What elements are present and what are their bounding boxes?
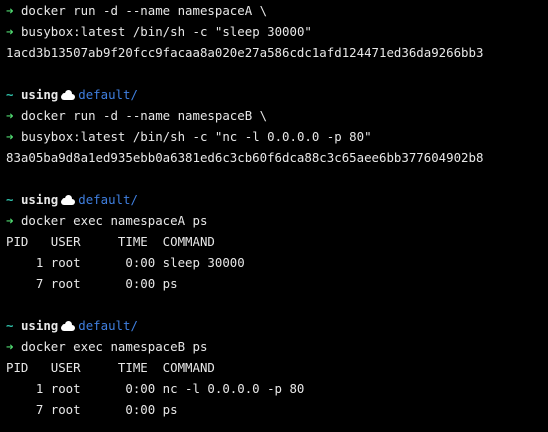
command-text: docker run -d --name namespaceB \ — [20, 108, 268, 123]
terminal-window[interactable]: ➜ docker run -d --name namespaceA \ ➜ bu… — [0, 0, 548, 432]
command-line: ➜ docker run -d --name namespaceA \ — [0, 0, 548, 21]
prompt-arrow-icon: ➜ — [6, 339, 14, 354]
home-tilde: ~ — [6, 318, 14, 333]
command-text: busybox:latest /bin/sh -c "sleep 30000" — [20, 24, 312, 39]
ps-row: 1 root 0:00 sleep 30000 — [6, 255, 245, 270]
prompt-arrow-icon: ➜ — [6, 129, 14, 144]
ps-header: PID USER TIME COMMAND — [6, 234, 215, 249]
prompt-arrow-icon: ➜ — [6, 3, 14, 18]
prompt-arrow-icon: ➜ — [6, 108, 14, 123]
using-label: using — [20, 87, 59, 102]
prompt-line: ~ using default/ — [0, 189, 548, 210]
prompt-arrow-icon: ➜ — [6, 24, 14, 39]
prompt-line: ~ using default/ — [0, 315, 548, 336]
cloud-icon — [60, 90, 76, 100]
context-label: default/ — [78, 318, 138, 333]
using-label: using — [20, 192, 59, 207]
output-line: 83a05ba9d8a1ed935ebb0a6381ed6c3cb60f6dca… — [6, 150, 484, 165]
ps-row: 1 root 0:00 nc -l 0.0.0.0 -p 80 — [6, 381, 305, 396]
command-text: docker exec namespaceA ps — [20, 213, 208, 228]
command-line: ➜ busybox:latest /bin/sh -c "nc -l 0.0.0… — [0, 126, 548, 147]
home-tilde: ~ — [6, 192, 14, 207]
command-line: ➜ docker exec namespaceA ps — [0, 210, 548, 231]
using-label: using — [20, 318, 59, 333]
command-text: busybox:latest /bin/sh -c "nc -l 0.0.0.0… — [20, 129, 372, 144]
prompt-arrow-icon: ➜ — [6, 213, 14, 228]
output-line: 1acd3b13507ab9f20fcc9facaa8a020e27a586cd… — [6, 45, 484, 60]
prompt-line: ~ using default/ — [0, 84, 548, 105]
command-text: docker exec namespaceB ps — [20, 339, 208, 354]
command-line: ➜ docker exec namespaceB ps — [0, 336, 548, 357]
home-tilde: ~ — [6, 87, 14, 102]
cloud-icon — [60, 195, 76, 205]
context-label: default/ — [78, 192, 138, 207]
command-line: ➜ busybox:latest /bin/sh -c "sleep 30000… — [0, 21, 548, 42]
context-label: default/ — [78, 87, 138, 102]
cloud-icon — [60, 321, 76, 331]
command-text: docker run -d --name namespaceA \ — [20, 3, 268, 18]
ps-header: PID USER TIME COMMAND — [6, 360, 215, 375]
ps-row: 7 root 0:00 ps — [6, 276, 178, 291]
ps-row: 7 root 0:00 ps — [6, 402, 178, 417]
command-line: ➜ docker run -d --name namespaceB \ — [0, 105, 548, 126]
